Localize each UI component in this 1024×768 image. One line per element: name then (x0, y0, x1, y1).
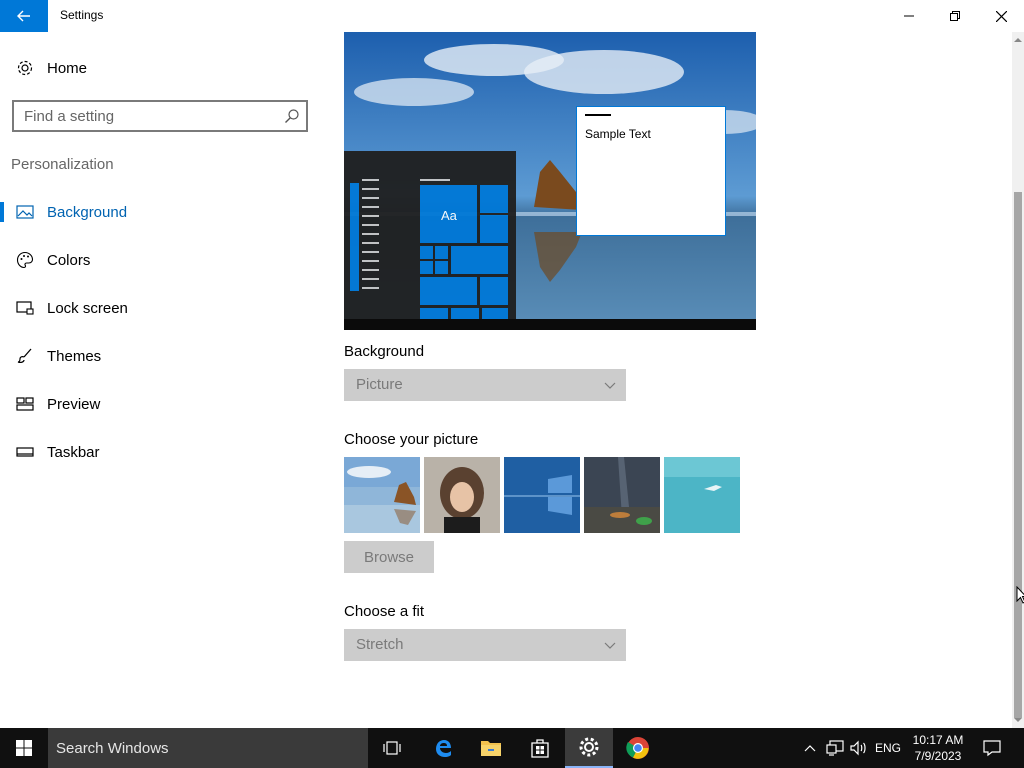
taskbar-search-box[interactable]: Search Windows (48, 728, 368, 768)
start-tiles (350, 179, 508, 319)
fit-dropdown-value: Stretch (356, 636, 404, 653)
sidebar-item-taskbar[interactable]: Taskbar (0, 430, 320, 474)
sidebar-item-preview[interactable]: Preview (0, 382, 320, 426)
window-title: Settings (60, 8, 104, 22)
scroll-thumb[interactable] (1014, 192, 1022, 718)
edge-button[interactable] (419, 728, 467, 768)
beach-thumbnail-image (344, 457, 420, 533)
lock-screen-icon (16, 299, 34, 317)
restore-icon (950, 11, 960, 21)
file-explorer-button[interactable] (467, 728, 515, 768)
start-button[interactable] (0, 728, 48, 768)
title-bar: Settings (0, 0, 1024, 32)
show-hidden-icons-button[interactable] (800, 728, 820, 768)
taskbar-preview (344, 319, 756, 330)
background-label: Background (344, 343, 425, 360)
network-icon (826, 740, 844, 756)
picture-thumbnail-night-sky[interactable] (584, 457, 660, 533)
sidebar-item-home[interactable]: Home (0, 46, 320, 90)
sidebar-item-themes[interactable]: Themes (0, 334, 320, 378)
portrait-thumbnail-image (424, 457, 500, 533)
sample-window: Sample Text (576, 106, 726, 236)
notification-icon (983, 740, 1001, 757)
restore-button[interactable] (932, 0, 978, 32)
scroll-up-arrow-icon[interactable] (1014, 36, 1022, 44)
sample-window-titlebar (585, 114, 611, 116)
settings-icon (579, 737, 599, 757)
chrome-button[interactable] (614, 728, 662, 768)
volume-button[interactable] (848, 728, 870, 768)
volume-icon (850, 740, 866, 756)
gear-icon (16, 59, 34, 77)
browse-button[interactable]: Browse (344, 541, 434, 573)
picture-thumbnail-windows[interactable] (504, 457, 580, 533)
night-sky-thumbnail-image (584, 457, 660, 533)
search-input[interactable] (24, 108, 274, 125)
windows-thumbnail-image (504, 457, 580, 533)
language-indicator[interactable]: ENG (872, 728, 904, 768)
store-button[interactable] (516, 728, 564, 768)
close-icon (995, 10, 1007, 22)
mouse-cursor-icon (1016, 586, 1024, 604)
sidebar-item-label: Lock screen (47, 299, 128, 317)
sidebar-item-label: Background (47, 203, 128, 221)
picture-thumbnail-beach[interactable] (344, 457, 420, 533)
choose-fit-label: Choose a fit (344, 603, 425, 620)
search-box[interactable] (12, 100, 308, 132)
minimize-icon (904, 15, 914, 17)
close-button[interactable] (978, 0, 1024, 32)
back-arrow-icon (17, 10, 30, 22)
chevron-up-icon (804, 745, 816, 752)
file-explorer-icon (481, 741, 501, 756)
action-center-button[interactable] (972, 728, 1012, 768)
settings-taskbar-button[interactable] (565, 728, 613, 768)
palette-icon (16, 251, 34, 269)
preview-grid-icon (16, 395, 34, 413)
scroll-down-arrow-icon[interactable] (1014, 716, 1022, 724)
scrollbar[interactable] (1012, 32, 1024, 728)
sidebar-item-label: Home (47, 59, 88, 77)
taskbar-icon (16, 443, 34, 461)
tile-label: Aa (441, 208, 457, 223)
brush-icon (16, 347, 34, 365)
chevron-down-icon (604, 642, 616, 649)
windows-logo-icon (16, 740, 32, 756)
sidebar-item-label: Themes (47, 347, 102, 365)
edge-icon (436, 740, 451, 757)
sidebar-item-label: Taskbar (47, 443, 100, 461)
sidebar-item-label: Preview (47, 395, 101, 413)
sidebar-item-lock-screen[interactable]: Lock screen (0, 286, 320, 330)
start-menu-preview: Aa (344, 151, 516, 319)
chrome-icon (626, 737, 649, 759)
choose-picture-label: Choose your picture (344, 431, 479, 448)
search-icon[interactable] (284, 108, 300, 124)
network-button[interactable] (824, 728, 846, 768)
desktop-preview: Aa Sample Text (344, 32, 756, 330)
chevron-down-icon (604, 382, 616, 389)
back-button[interactable] (0, 0, 48, 32)
background-dropdown-value: Picture (356, 376, 403, 393)
picture-thumbnail-underwater[interactable] (664, 457, 740, 533)
store-icon (531, 739, 549, 758)
section-title: Personalization (11, 156, 114, 173)
underwater-thumbnail-image (664, 457, 740, 533)
minimize-button[interactable] (886, 0, 932, 32)
sidebar-item-colors[interactable]: Colors (0, 238, 320, 282)
background-dropdown[interactable]: Picture (344, 369, 626, 401)
sidebar-item-label: Colors (47, 251, 91, 269)
picture-icon (16, 203, 34, 221)
picture-thumbnail-portrait[interactable] (424, 457, 500, 533)
taskbar-search-placeholder: Search Windows (56, 740, 169, 757)
sidebar-item-background[interactable]: Background (0, 190, 320, 234)
sample-text: Sample Text (585, 127, 651, 141)
sidebar: Home Personalization Background Colors L… (0, 32, 320, 728)
task-view-button[interactable] (368, 728, 416, 768)
clock-date: 7/9/2023 (914, 749, 962, 763)
os-taskbar: Search Windows ENG 10:17 AM 7/9/2023 (0, 728, 1024, 768)
fit-dropdown[interactable]: Stretch (344, 629, 626, 661)
clock[interactable]: 10:17 AM 7/9/2023 (906, 732, 970, 764)
clock-time: 10:17 AM (912, 733, 964, 747)
task-view-icon (383, 741, 401, 755)
